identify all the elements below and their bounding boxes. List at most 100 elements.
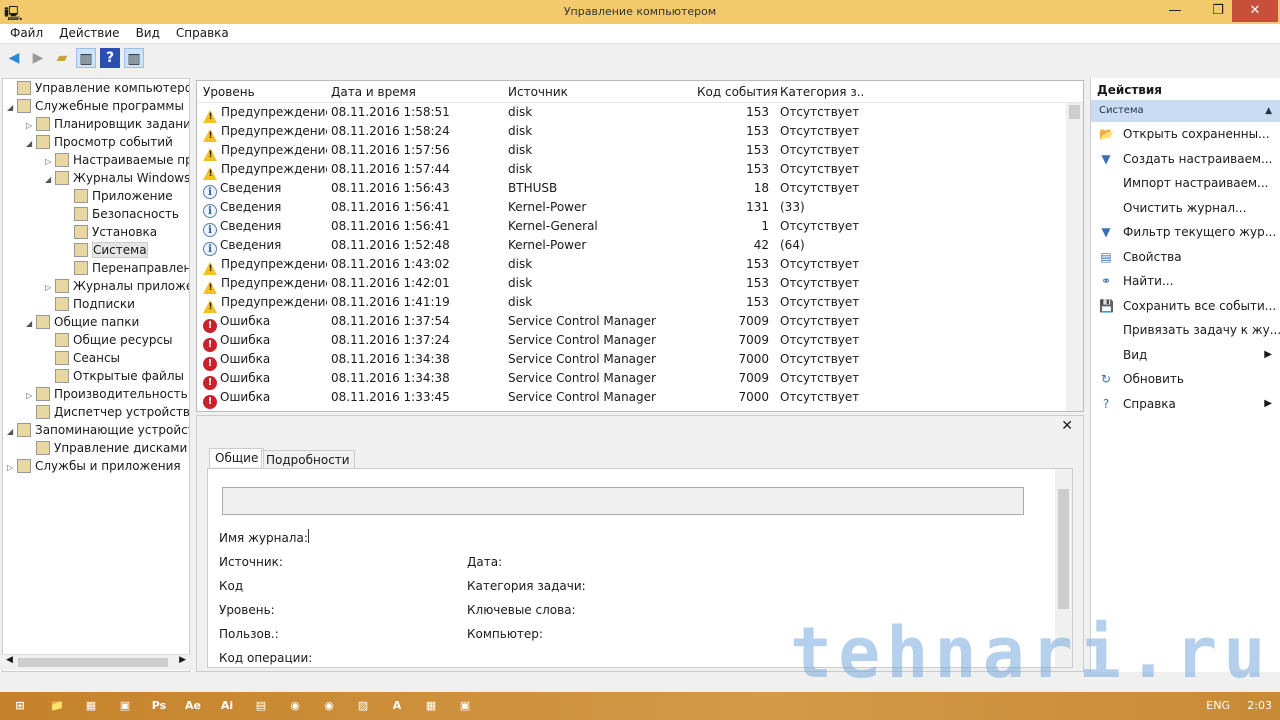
tree-item[interactable]: Управление компьютером (л xyxy=(3,79,189,97)
taskbar-app[interactable]: Ps xyxy=(142,692,176,720)
taskbar-app[interactable]: Ai xyxy=(210,692,244,720)
actions-title: Действия xyxy=(1097,83,1163,97)
tree-item[interactable]: Управление дисками xyxy=(3,439,189,457)
tab-details[interactable]: Подробности xyxy=(261,450,355,470)
action-item[interactable]: 📂 Открыть сохраненны... xyxy=(1091,122,1280,147)
language-indicator[interactable]: ENG xyxy=(1206,699,1230,712)
menu-view[interactable]: Вид xyxy=(126,24,166,40)
expand-icon[interactable]: ▷ xyxy=(7,459,17,477)
minimize-button[interactable]: — xyxy=(1160,0,1190,22)
taskbar-app[interactable]: ▨ xyxy=(346,692,380,720)
event-row[interactable]: ! Ошибка 08.11.2016 1:37:24 Service Control… xyxy=(197,331,1083,352)
event-list-scrollbar[interactable] xyxy=(1066,103,1083,411)
action-icon: 📂 xyxy=(1099,127,1114,141)
menu-help[interactable]: Справка xyxy=(166,24,235,40)
event-category: Отсутствует xyxy=(780,333,860,347)
up-folder-icon[interactable]: ▰ xyxy=(52,48,72,68)
taskbar-app[interactable]: ◉ xyxy=(312,692,346,720)
event-row[interactable]: ! Предупреждение 08.11.2016 1:43:02 disk 153… xyxy=(197,255,1083,275)
event-row[interactable]: ! Предупреждение 08.11.2016 1:58:51 disk 153… xyxy=(197,103,1083,123)
section-label: Система xyxy=(1099,105,1144,116)
tab-general[interactable]: Общие xyxy=(209,448,265,467)
event-datetime: 08.11.2016 1:34:38 xyxy=(331,352,450,366)
tree-item[interactable]: ◢ Служебные программы xyxy=(3,97,189,115)
tree-item[interactable]: ◢ Просмотр событий xyxy=(3,133,189,151)
taskbar-app[interactable]: ▦ xyxy=(74,692,108,720)
collapse-icon[interactable]: ▲ xyxy=(1265,100,1272,122)
menu-file[interactable]: Файл xyxy=(0,24,49,40)
tree-horizontal-scrollbar[interactable]: ◀ ▶ xyxy=(2,654,190,670)
event-row[interactable]: i Сведения 08.11.2016 1:56:41 Kernel-Genera… xyxy=(197,217,1083,237)
maximize-button[interactable]: ❐ xyxy=(1203,0,1233,22)
event-row[interactable]: ! Предупреждение 08.11.2016 1:41:19 disk 153… xyxy=(197,293,1083,313)
close-detail-icon[interactable]: ✕ xyxy=(1061,418,1073,434)
event-row[interactable]: ! Ошибка 08.11.2016 1:33:45 Service Control… xyxy=(197,388,1083,409)
tree-item[interactable]: Общие ресурсы xyxy=(3,331,189,349)
event-level: ! Ошибка xyxy=(203,312,327,333)
action-item[interactable]: ⚭ Найти... xyxy=(1091,269,1280,294)
tree-item[interactable]: Перенаправлен xyxy=(3,259,189,277)
tree-item[interactable]: Установка xyxy=(3,223,189,241)
show-hide-tree-icon[interactable]: ▥ xyxy=(76,48,96,68)
tree-item[interactable]: Система xyxy=(3,241,189,259)
event-row[interactable]: ! Предупреждение 08.11.2016 1:57:56 disk 153… xyxy=(197,141,1083,161)
taskbar-app[interactable]: ▦ xyxy=(414,692,448,720)
event-row[interactable]: i Сведения 08.11.2016 1:52:48 Kernel-Power 4… xyxy=(197,236,1083,256)
tree-item[interactable]: Диспетчер устройств xyxy=(3,403,189,421)
column-datetime[interactable]: Дата и время xyxy=(331,81,501,103)
help-icon[interactable]: ? xyxy=(100,48,120,68)
action-item[interactable]: Очистить журнал... xyxy=(1091,196,1280,221)
column-level[interactable]: Уровень xyxy=(203,81,327,103)
taskbar-app[interactable]: ◉ xyxy=(278,692,312,720)
tree-item[interactable]: ◢ Общие папки xyxy=(3,313,189,331)
tree-item[interactable]: ▷ Производительность xyxy=(3,385,189,403)
action-item[interactable]: ▤ Свойства xyxy=(1091,245,1280,270)
forward-icon[interactable]: ▶ xyxy=(28,48,48,68)
text-cursor xyxy=(308,529,309,543)
taskbar-app[interactable]: ▣ xyxy=(108,692,142,720)
menu-action[interactable]: Действие xyxy=(49,24,125,40)
tree-item[interactable]: Открытые файлы xyxy=(3,367,189,385)
action-item[interactable]: ▼ Фильтр текущего жур... xyxy=(1091,220,1280,245)
taskbar-app[interactable]: 📁 xyxy=(40,692,74,720)
event-row[interactable]: ! Предупреждение 08.11.2016 1:57:44 disk 153… xyxy=(197,160,1083,180)
event-row[interactable]: ! Предупреждение 08.11.2016 1:42:01 disk 153… xyxy=(197,274,1083,294)
tree-item[interactable]: ▷ Настраиваемые пр xyxy=(3,151,189,169)
clock[interactable]: 2:03 xyxy=(1247,699,1272,712)
tree-item[interactable]: Приложение xyxy=(3,187,189,205)
event-row[interactable]: i Сведения 08.11.2016 1:56:43 BTHUSB 18 Отсут… xyxy=(197,179,1083,199)
taskbar-app[interactable]: Ae xyxy=(176,692,210,720)
column-event-id[interactable]: Код события xyxy=(697,81,777,103)
tree-item[interactable]: Подписки xyxy=(3,295,189,313)
tree-item[interactable]: Сеансы xyxy=(3,349,189,367)
back-icon[interactable]: ◀ xyxy=(4,48,24,68)
taskbar-app[interactable]: ▤ xyxy=(244,692,278,720)
column-source[interactable]: Источник xyxy=(508,81,698,103)
event-row[interactable]: i Сведения 08.11.2016 1:56:41 Kernel-Power 1… xyxy=(197,198,1083,218)
tree-item[interactable]: ▷ Службы и приложения xyxy=(3,457,189,475)
tree-item[interactable]: ▷ Журналы приложе xyxy=(3,277,189,295)
start-button[interactable]: ⊞ xyxy=(0,692,40,720)
action-item[interactable]: 💾 Сохранить все событи... xyxy=(1091,294,1280,319)
action-item[interactable]: Вид ▶ xyxy=(1091,343,1280,368)
actions-section-system[interactable]: Система ▲ xyxy=(1091,100,1280,122)
action-item[interactable]: ? Справка ▶ xyxy=(1091,392,1280,417)
tree-item[interactable]: ◢ Журналы Windows xyxy=(3,169,189,187)
column-task-category[interactable]: Категория з... xyxy=(780,81,865,103)
action-item[interactable]: Привязать задачу к жу... xyxy=(1091,318,1280,343)
event-row[interactable]: ! Ошибка 08.11.2016 1:34:38 Service Control… xyxy=(197,369,1083,390)
action-item[interactable]: ↻ Обновить xyxy=(1091,367,1280,392)
tree-item[interactable]: Безопасность xyxy=(3,205,189,223)
tree-item[interactable]: ▷ Планировщик заданий xyxy=(3,115,189,133)
event-row[interactable]: ! Ошибка 08.11.2016 1:37:54 Service Control… xyxy=(197,312,1083,333)
event-row[interactable]: ! Ошибка 08.11.2016 1:34:38 Service Control… xyxy=(197,350,1083,371)
action-item[interactable]: ▼ Создать настраиваем... xyxy=(1091,147,1280,172)
action-item[interactable]: Импорт настраиваем... xyxy=(1091,171,1280,196)
tree-item[interactable]: ◢ Запоминающие устройст xyxy=(3,421,189,439)
show-hide-action-pane-icon[interactable]: ▥ xyxy=(124,48,144,68)
taskbar-app[interactable]: ▣ xyxy=(448,692,482,720)
taskbar-app[interactable]: A xyxy=(380,692,414,720)
close-button[interactable]: ✕ xyxy=(1232,0,1278,22)
action-label: Очистить журнал... xyxy=(1123,200,1247,215)
event-row[interactable]: ! Предупреждение 08.11.2016 1:58:24 disk 153… xyxy=(197,122,1083,142)
